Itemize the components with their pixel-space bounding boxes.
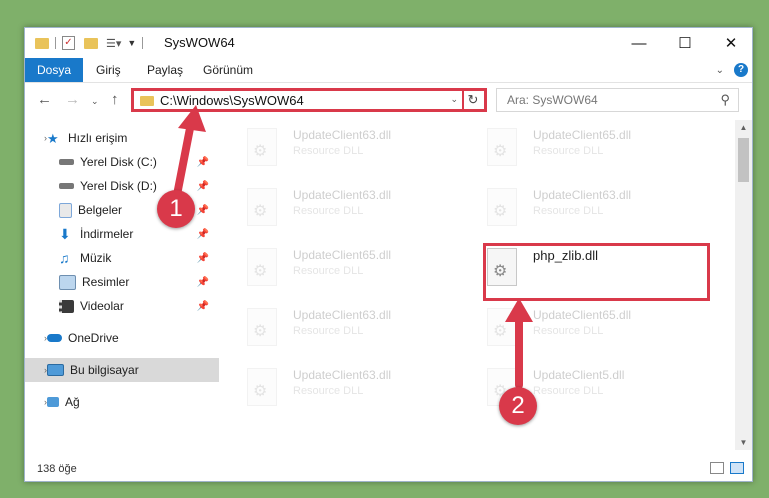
step-badge-2: 2	[499, 387, 537, 425]
arrow-2-head	[505, 298, 533, 322]
step-badge-1: 1	[157, 190, 195, 228]
arrow-1-head	[178, 105, 206, 132]
arrow-1-shaft	[172, 114, 196, 204]
annotation-overlay	[172, 105, 533, 389]
